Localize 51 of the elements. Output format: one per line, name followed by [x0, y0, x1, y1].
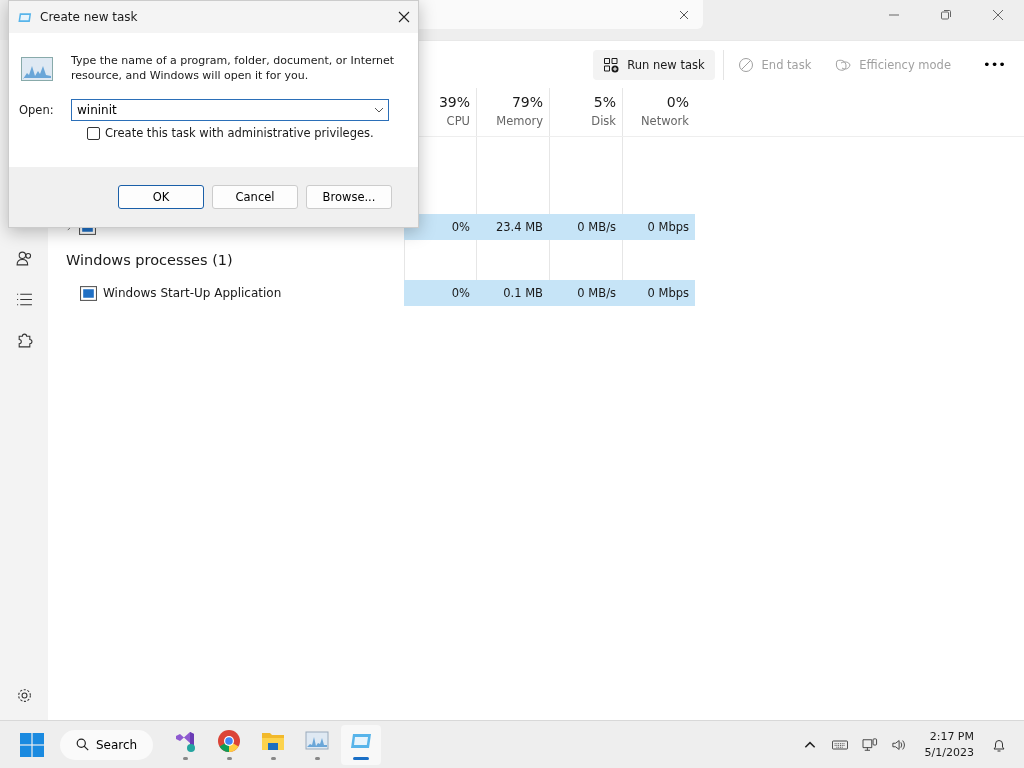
settings-icon[interactable]	[15, 687, 33, 704]
column-percent: 39%	[438, 94, 470, 110]
users-icon[interactable]	[15, 250, 33, 267]
process-name: Windows Start-Up Application	[103, 286, 282, 300]
prohibited-icon	[737, 56, 754, 73]
column-percent: 5%	[593, 94, 616, 110]
checkbox-label: Create this task with administrative privileges.	[105, 126, 374, 140]
admin-checkbox[interactable]	[87, 126, 100, 140]
speaker-icon[interactable]	[891, 737, 908, 752]
toolbar-button[interactable]: Run new task	[593, 49, 715, 80]
run-task-icon	[603, 56, 620, 73]
column-label[interactable]: Memory	[496, 114, 543, 128]
dialog-message: Type the name of a program, folder, document, or Internet resource, and Windows will open it for you.	[71, 53, 396, 83]
column-label[interactable]: Network	[640, 114, 689, 128]
restore-icon[interactable]	[940, 9, 952, 21]
dialog-button[interactable]: Cancel	[212, 185, 298, 209]
list-icon[interactable]	[15, 291, 33, 308]
app-logo-icon	[173, 729, 198, 753]
chart-window-icon	[21, 57, 53, 81]
table-cell: 0 MB/s	[549, 280, 622, 306]
dialog-button[interactable]: OK	[118, 185, 204, 209]
window-icon	[80, 285, 97, 301]
more-button[interactable]: •••	[973, 51, 1016, 78]
dialog-button[interactable]: Browse...	[306, 185, 392, 209]
chart-window-icon	[305, 729, 330, 753]
browser-icon	[217, 729, 242, 753]
open-field[interactable]: wininit	[71, 99, 389, 121]
open-label: Open:	[19, 103, 55, 117]
keyboard-icon[interactable]	[831, 737, 848, 752]
table-cell: 23.4 MB	[476, 214, 549, 240]
group-header: Windows processes (1)	[66, 252, 233, 268]
start-icon[interactable]	[20, 732, 44, 757]
search-icon	[76, 738, 89, 751]
table-cell: 0%	[404, 280, 476, 306]
close-icon[interactable]	[398, 11, 410, 23]
caret-icon[interactable]	[374, 107, 384, 113]
column-percent: 0%	[666, 94, 689, 110]
column-percent: 79%	[511, 94, 543, 110]
close-icon[interactable]	[679, 9, 689, 20]
column-label[interactable]: Disk	[591, 114, 616, 128]
app-icon	[18, 11, 32, 23]
column-label[interactable]: CPU	[446, 114, 470, 128]
network-icon[interactable]	[861, 737, 878, 752]
table-cell: 0 Mbps	[622, 280, 695, 306]
table-cell: 0 MB/s	[549, 214, 622, 240]
dialog-title: Create new task	[40, 10, 138, 24]
table-cell: 0 Mbps	[622, 214, 695, 240]
taskbar-app[interactable]	[341, 724, 382, 765]
clock[interactable]: 2:17 PM 5/1/2023	[924, 728, 974, 761]
search-box[interactable]: Search	[60, 729, 154, 760]
table-cell: 0.1 MB	[476, 280, 549, 306]
